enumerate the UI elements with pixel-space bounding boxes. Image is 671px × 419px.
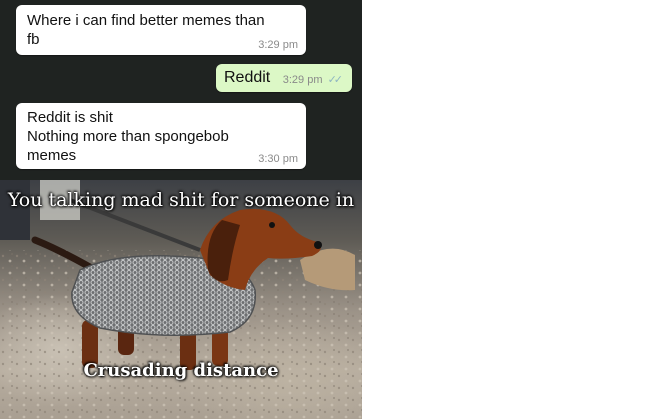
message-time-status: 3:29 pm ✓✓ bbox=[282, 74, 344, 86]
message-time: 3:29 pm bbox=[282, 74, 323, 86]
message-text: Reddit is shit Nothing more than spongeb… bbox=[27, 109, 229, 164]
double-check-icon: ✓✓ bbox=[327, 74, 344, 86]
incoming-message: Where i can find better memes than fb 3:… bbox=[16, 5, 306, 55]
dachshund-in-chainmail-illustration bbox=[0, 180, 362, 419]
message-text: Reddit bbox=[224, 69, 271, 86]
meme-bottom-caption: Crusading distance bbox=[83, 360, 279, 381]
incoming-message: Reddit is shit Nothing more than spongeb… bbox=[16, 103, 306, 169]
chat-screenshot: Where i can find better memes than fb 3:… bbox=[0, 0, 362, 180]
message-text: Where i can find better memes than fb bbox=[27, 12, 265, 48]
meme-top-caption: You talking mad shit for someone in bbox=[7, 189, 355, 211]
message-time: 3:30 pm bbox=[258, 153, 298, 165]
meme-image: You talking mad shit for someone in Crus… bbox=[0, 180, 362, 419]
outgoing-message: Reddit 3:29 pm ✓✓ bbox=[216, 64, 352, 92]
message-time: 3:29 pm bbox=[258, 39, 298, 51]
